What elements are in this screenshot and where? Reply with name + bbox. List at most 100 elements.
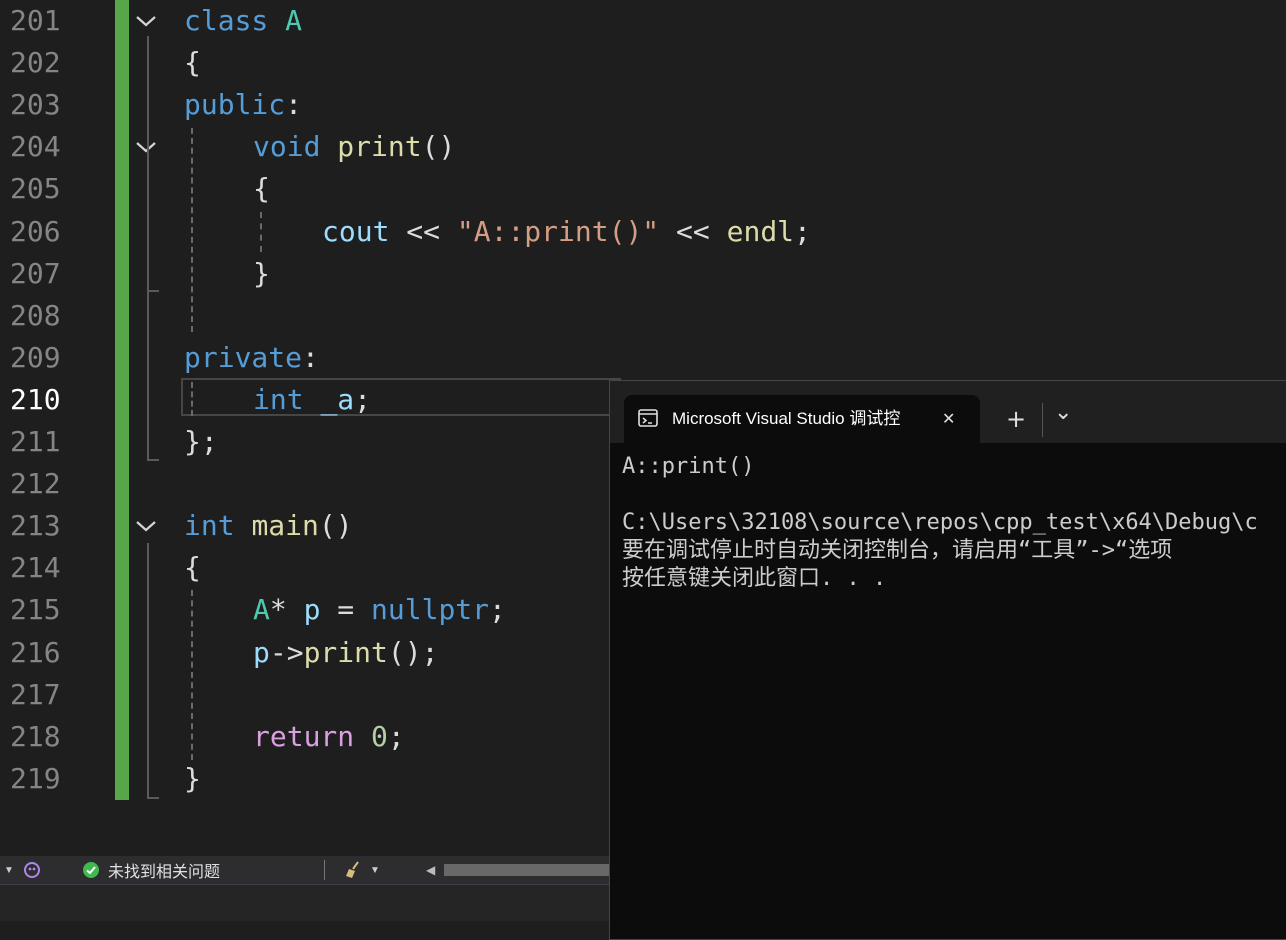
code-text[interactable]: return 0; xyxy=(253,716,405,758)
line-number: 219 xyxy=(10,761,61,795)
code-token: print xyxy=(303,635,388,669)
code-text[interactable]: private: xyxy=(184,337,319,379)
new-tab-icon[interactable]: + xyxy=(1006,395,1026,443)
code-text[interactable]: public: xyxy=(184,84,302,126)
terminal-output[interactable]: A::print() C:\Users\32108\source\repos\cp… xyxy=(610,443,1286,603)
zoom-dropdown[interactable]: ▼ xyxy=(4,856,14,884)
code-text[interactable]: p->print(); xyxy=(253,632,438,674)
indent-guide xyxy=(191,590,193,760)
terminal-output-line: A::print() xyxy=(622,454,755,479)
code-token: : xyxy=(302,340,319,374)
broom-icon xyxy=(346,861,359,878)
code-token: cout xyxy=(322,214,390,248)
code-text[interactable]: } xyxy=(253,253,270,295)
code-text[interactable]: { xyxy=(253,168,270,210)
code-token: -> xyxy=(269,635,304,669)
line-number: 211 xyxy=(10,425,61,458)
code-token: (); xyxy=(387,635,439,669)
copilot-button[interactable] xyxy=(22,856,42,884)
code-text[interactable]: int _a; xyxy=(253,379,371,421)
line-number: 202 xyxy=(10,46,61,80)
code-token: p xyxy=(253,635,270,669)
line-number: 208 xyxy=(10,298,61,332)
code-token: endl xyxy=(726,214,795,248)
code-token: print xyxy=(337,130,422,164)
indent-guide xyxy=(191,128,193,332)
code-text[interactable]: }; xyxy=(184,421,218,463)
indent-guide xyxy=(191,382,193,416)
horizontal-scrollbar[interactable] xyxy=(444,864,609,876)
code-text[interactable]: } xyxy=(184,758,201,800)
code-line[interactable]: 201 class A xyxy=(0,0,1286,42)
tab-dropdown-icon[interactable]: ⌄ xyxy=(1054,389,1072,437)
console-icon xyxy=(638,409,658,427)
line-number: 201 xyxy=(10,4,61,37)
code-text[interactable]: void print() xyxy=(253,126,455,168)
code-cleanup-button[interactable]: ▼ xyxy=(344,856,380,884)
code-token: int xyxy=(184,509,235,543)
line-number: 215 xyxy=(10,593,61,627)
titlebar-divider xyxy=(1042,403,1043,437)
scroll-left-button[interactable]: ◀ xyxy=(426,856,435,884)
line-number: 209 xyxy=(10,340,61,374)
fold-guide-end xyxy=(147,459,159,461)
scrollbar-thumb[interactable] xyxy=(444,864,609,876)
code-text[interactable]: int main() xyxy=(184,505,353,547)
check-circle-icon xyxy=(83,862,99,878)
terminal-titlebar[interactable]: Microsoft Visual Studio 调试控 ✕ + ⌄ xyxy=(610,381,1286,443)
debug-console-window[interactable]: Microsoft Visual Studio 调试控 ✕ + ⌄ A::pri… xyxy=(609,380,1286,940)
fold-chevron-icon[interactable] xyxy=(133,0,159,42)
code-token: { xyxy=(184,46,201,80)
issues-indicator[interactable]: 未找到相关问题 xyxy=(82,856,220,884)
code-text[interactable]: { xyxy=(184,547,201,589)
caret-down-icon: ▼ xyxy=(4,864,14,876)
code-text[interactable]: class A xyxy=(184,0,302,42)
terminal-tab-title: Microsoft Visual Studio 调试控 xyxy=(672,409,901,428)
code-token: private xyxy=(184,340,303,374)
chevron-down-icon: ▼ xyxy=(370,864,380,876)
code-token: "A::print()" xyxy=(456,214,660,248)
line-number: 204 xyxy=(10,130,61,164)
code-token: ; xyxy=(794,214,811,248)
fold-guide-print xyxy=(147,163,149,291)
code-line[interactable]: 209 private: xyxy=(0,337,1286,379)
code-text[interactable]: cout << "A::print()" << endl; xyxy=(322,211,811,253)
code-token: ; xyxy=(489,593,506,627)
line-number: 216 xyxy=(10,635,61,669)
code-token: int xyxy=(253,382,304,416)
code-text[interactable]: { xyxy=(184,42,201,84)
close-tab-icon[interactable]: ✕ xyxy=(942,395,955,443)
terminal-tab[interactable]: Microsoft Visual Studio 调试控 ✕ xyxy=(624,395,980,443)
code-token: { xyxy=(253,172,270,206)
terminal-output-line: 按任意键关闭此窗口. . . xyxy=(622,566,887,591)
line-number: 213 xyxy=(10,509,61,543)
code-line[interactable]: 202 { xyxy=(0,42,1286,84)
code-line[interactable]: 203 public: xyxy=(0,84,1286,126)
code-token: p xyxy=(303,593,321,627)
line-number: 210 xyxy=(10,382,61,416)
line-number: 214 xyxy=(10,551,61,585)
code-token: _a xyxy=(320,382,355,416)
fold-chevron-icon[interactable] xyxy=(133,505,159,547)
code-token: class xyxy=(184,4,269,37)
code-token: () xyxy=(318,509,353,543)
code-text[interactable]: A* p = nullptr; xyxy=(253,589,506,631)
code-token: * xyxy=(269,593,304,627)
line-number: 217 xyxy=(10,677,61,711)
fold-guide-end xyxy=(147,290,159,292)
code-token: public xyxy=(184,88,286,122)
fold-guide-end xyxy=(147,797,159,799)
code-token: () xyxy=(421,130,456,164)
fold-chevron-icon[interactable] xyxy=(133,126,159,168)
code-token: A xyxy=(253,593,270,627)
code-token: << xyxy=(389,214,457,248)
code-token: ; xyxy=(354,382,372,416)
code-token: } xyxy=(253,256,270,290)
code-token: { xyxy=(184,551,201,585)
code-token: = xyxy=(320,593,372,627)
